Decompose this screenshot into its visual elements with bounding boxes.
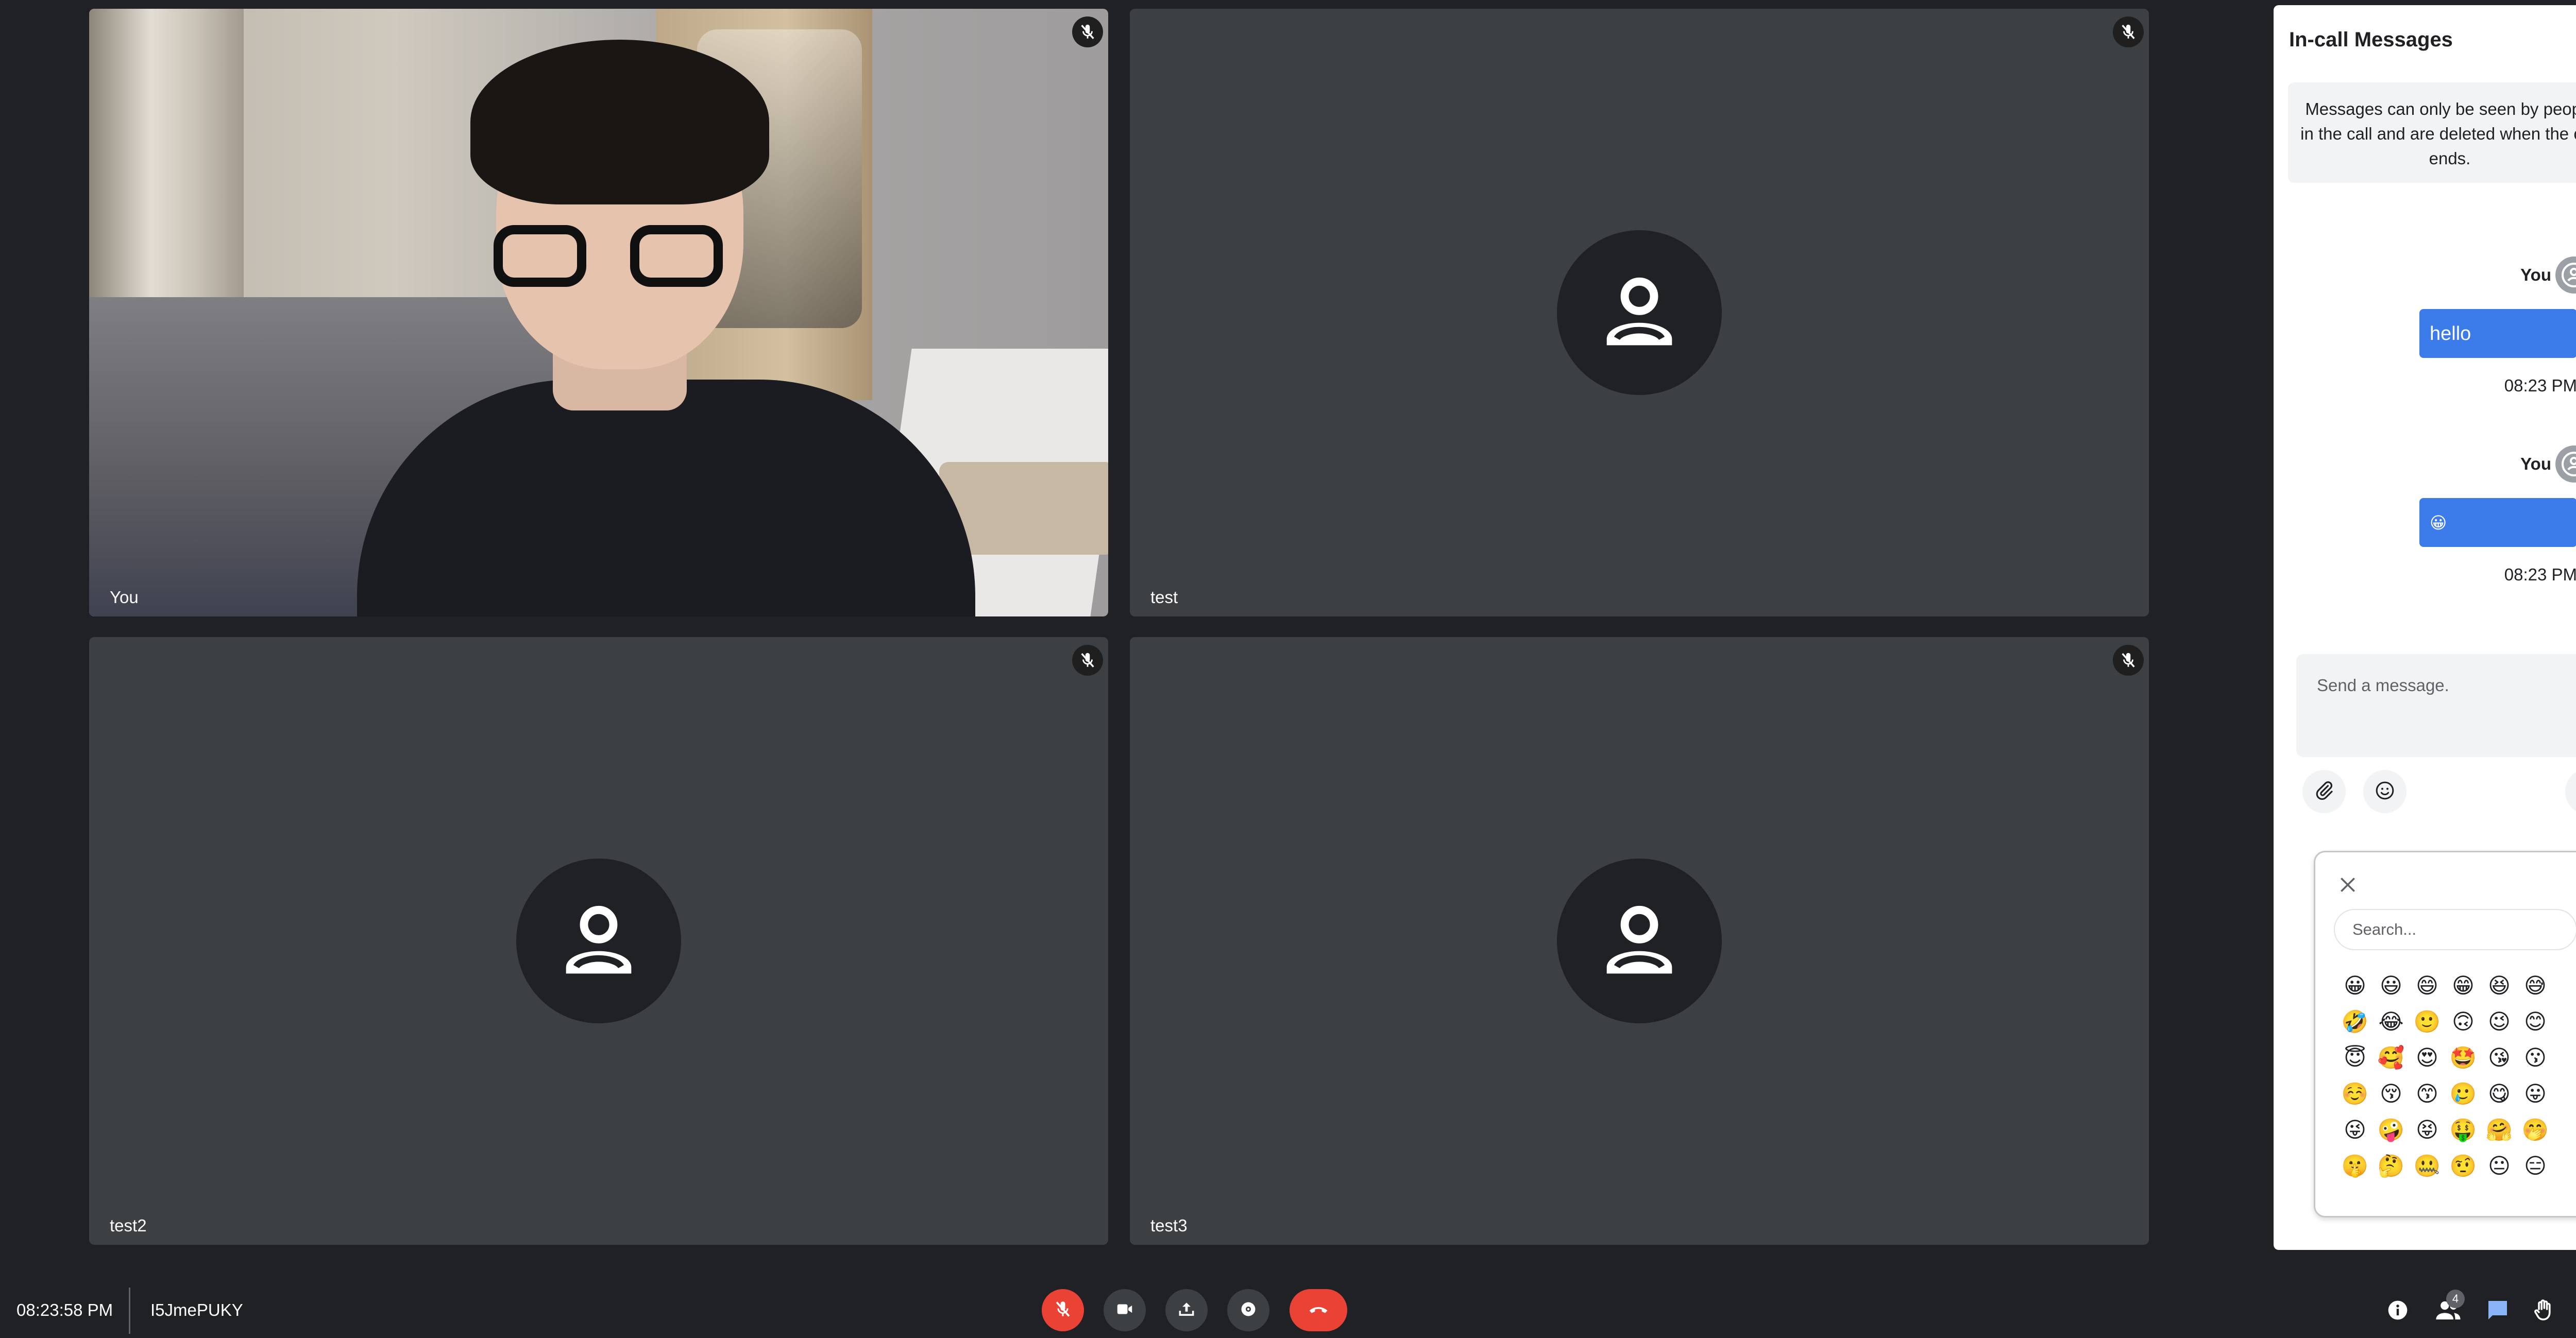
- participant-count-badge: 4: [2446, 1290, 2465, 1308]
- chat-notice: Messages can only be seen by people in t…: [2288, 82, 2576, 183]
- emoji-option[interactable]: 😛: [2517, 1076, 2553, 1112]
- emoji-option[interactable]: 😉: [2481, 1004, 2517, 1040]
- emoji-option[interactable]: 🙃: [2445, 1004, 2481, 1040]
- emoji-option[interactable]: 😂: [2373, 1004, 2409, 1040]
- mic-off-icon: [1072, 645, 1103, 676]
- mic-off-icon: [1054, 1300, 1072, 1321]
- emoji-option[interactable]: 🤣: [2337, 1004, 2373, 1040]
- emoji-option[interactable]: 😑: [2517, 1148, 2553, 1184]
- divider: [129, 1288, 130, 1334]
- emoji-option[interactable]: 😀: [2337, 968, 2373, 1004]
- close-icon[interactable]: [2336, 873, 2360, 897]
- camera-feed: [89, 9, 1108, 616]
- emoji-option[interactable]: 😊: [2517, 1004, 2553, 1040]
- send-button[interactable]: [2565, 768, 2576, 815]
- video-tile-test3[interactable]: test3: [1130, 637, 2149, 1245]
- emoji-picker: 😀😃😄😁😆😅 🤣😂🙂🙃😉😊 😇🥰😍🤩😘😗 ☺️😚😙🥲😋😛 😜🤪😝🤑🤗🤭 🤫🤔🤐🤨😐😑: [2314, 851, 2576, 1217]
- avatar: [2555, 445, 2576, 483]
- emoji-option[interactable]: ☺️: [2337, 1076, 2373, 1112]
- emoji-option[interactable]: 😇: [2337, 1040, 2373, 1076]
- emoji-option[interactable]: 🥲: [2445, 1076, 2481, 1112]
- emoji-option[interactable]: 🤐: [2409, 1148, 2445, 1184]
- meeting-info-button[interactable]: [2378, 1292, 2417, 1331]
- more-options-icon: [1239, 1299, 1258, 1322]
- video-tile-test2[interactable]: test2: [89, 637, 1108, 1245]
- camera-toggle-button[interactable]: [1104, 1289, 1146, 1331]
- meeting-stage: You test test2 test3 In-call Messages Me…: [0, 0, 2576, 1338]
- call-end-icon: [1307, 1298, 1330, 1323]
- emoji-option[interactable]: 😘: [2481, 1040, 2517, 1076]
- emoji-option[interactable]: 😝: [2409, 1112, 2445, 1148]
- video-tile-you[interactable]: You: [89, 9, 1108, 616]
- person-icon: [1557, 230, 1722, 395]
- smiley-icon: [2375, 780, 2395, 803]
- attach-button[interactable]: [2302, 770, 2346, 813]
- person-icon: [1557, 859, 1722, 1023]
- emoji-option[interactable]: 😃: [2373, 968, 2409, 1004]
- avatar: [2555, 256, 2576, 294]
- emoji-option[interactable]: 😆: [2481, 968, 2517, 1004]
- video-tile-test[interactable]: test: [1130, 9, 2149, 616]
- participants-button[interactable]: 4: [2429, 1290, 2468, 1331]
- emoji-option[interactable]: 🙂: [2409, 1004, 2445, 1040]
- present-screen-button[interactable]: [1165, 1289, 1208, 1331]
- panel-title: In-call Messages: [2289, 28, 2453, 51]
- emoji-option[interactable]: 😜: [2337, 1112, 2373, 1148]
- emoji-option[interactable]: 🤪: [2373, 1112, 2409, 1148]
- emoji-option[interactable]: 😚: [2373, 1076, 2409, 1112]
- message-sender: You: [2520, 454, 2551, 473]
- message-input[interactable]: [2296, 654, 2576, 757]
- message-sender: You: [2520, 265, 2551, 284]
- mic-off-icon: [1072, 16, 1103, 47]
- emoji-grid: 😀 😃 😄 😁 😆 😅 🤣 😂 🙂 🙃 😉 😊 😇 🥰 😍 🤩 😘 😗 ☺️ 😚 😙 🥲 😋 😛 😜 🤪 😝 🤑 🤗 🤭 🤫 🤔 🤐 🤨 😐 😑: [2337, 968, 2553, 1184]
- emoji-option[interactable]: 🥰: [2373, 1040, 2409, 1076]
- raise-hand-button[interactable]: [2524, 1292, 2564, 1331]
- emoji-option[interactable]: 😁: [2445, 968, 2481, 1004]
- participant-name: You: [110, 588, 139, 607]
- emoji-option[interactable]: 😍: [2409, 1040, 2445, 1076]
- info-icon: [2386, 1299, 2409, 1324]
- more-options-button[interactable]: [1227, 1289, 1269, 1331]
- emoji-option[interactable]: 🤑: [2445, 1112, 2481, 1148]
- paperclip-icon: [2314, 780, 2334, 803]
- emoji-option[interactable]: 🤭: [2517, 1112, 2553, 1148]
- message-time: 08:23 PM: [2504, 565, 2576, 584]
- emoji-option[interactable]: 🤩: [2445, 1040, 2481, 1076]
- chat-button[interactable]: [2478, 1292, 2517, 1331]
- message-time: 08:23 PM: [2504, 376, 2576, 395]
- emoji-option[interactable]: 🤗: [2481, 1112, 2517, 1148]
- present-screen-icon: [1177, 1299, 1196, 1322]
- clock: 08:23:58 PM: [16, 1300, 113, 1319]
- message-bubble: 😀: [2419, 498, 2576, 547]
- emoji-option[interactable]: 🤫: [2337, 1148, 2373, 1184]
- mic-off-icon: [2113, 16, 2144, 47]
- participant-name: test: [1150, 588, 1178, 607]
- message-bubble: hello: [2419, 309, 2576, 358]
- person-icon: [516, 859, 681, 1023]
- emoji-option[interactable]: 😗: [2517, 1040, 2553, 1076]
- mic-off-icon: [2113, 645, 2144, 676]
- leave-call-button[interactable]: [1290, 1289, 1347, 1331]
- raise-hand-icon: [2532, 1298, 2556, 1325]
- emoji-option[interactable]: 😅: [2517, 968, 2553, 1004]
- videocam-icon: [1115, 1299, 1134, 1322]
- in-call-messages-panel: In-call Messages Messages can only be se…: [2274, 5, 2576, 1250]
- emoji-option[interactable]: 😙: [2409, 1076, 2445, 1112]
- participant-name: test3: [1150, 1216, 1188, 1235]
- emoji-option[interactable]: 😄: [2409, 968, 2445, 1004]
- emoji-option[interactable]: 🤔: [2373, 1148, 2409, 1184]
- emoji-option[interactable]: 😐: [2481, 1148, 2517, 1184]
- chat-icon: [2485, 1298, 2510, 1325]
- emoji-search-input[interactable]: [2334, 909, 2576, 950]
- participant-name: test2: [110, 1216, 147, 1235]
- microphone-toggle-button[interactable]: [1042, 1289, 1084, 1331]
- emoji-option[interactable]: 🤨: [2445, 1148, 2481, 1184]
- emoji-option[interactable]: 😋: [2481, 1076, 2517, 1112]
- emoji-button[interactable]: [2363, 770, 2406, 813]
- meeting-code: I5JmePUKY: [150, 1300, 243, 1319]
